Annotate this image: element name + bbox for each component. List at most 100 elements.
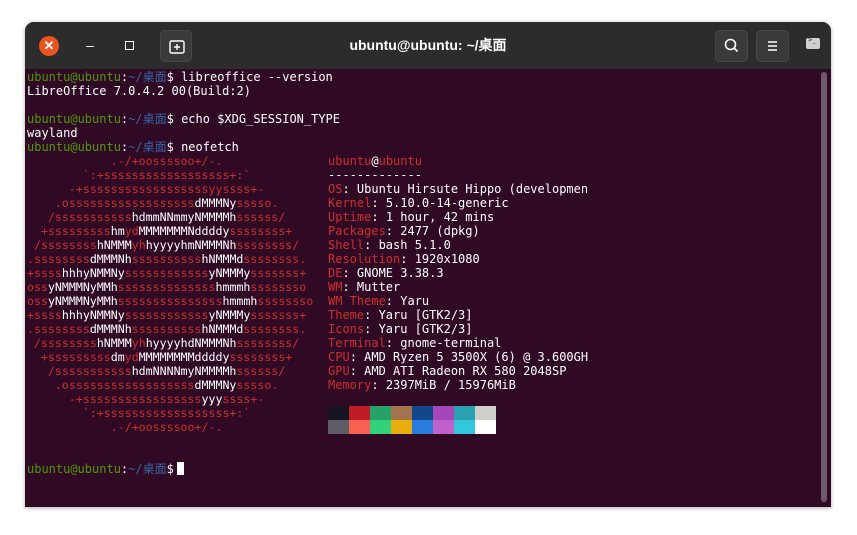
info-row: OS: Ubuntu Hirsute Hippo (developmen (328, 182, 588, 196)
info-row: Shell: bash 5.1.0 (328, 238, 451, 252)
info-row: Memory: 2397MiB / 15976MiB (328, 378, 516, 392)
logo-segment: sssssssssssssss (117, 294, 223, 308)
info-colon: : (364, 238, 379, 252)
terminal-output[interactable]: ubuntu@ubuntu:~/桌面$ libreoffice --versio… (25, 69, 831, 507)
info-colon: : (385, 336, 401, 350)
maximize-button[interactable] (118, 34, 140, 56)
info-row: Uptime: 1 hour, 42 mins (328, 210, 494, 224)
logo-segment: MMMMMMMNddddy (138, 224, 230, 238)
info-colon: : (364, 322, 379, 336)
info-value: Yaru (400, 294, 430, 308)
info-row: Icons: Yaru [GTK2/3] (328, 322, 473, 336)
neofetch-host: ubuntu (378, 154, 422, 168)
logo-segment: hNMMMd (201, 322, 244, 336)
info-colon: : (349, 364, 365, 378)
logo-segment: .-/+oossssoo+/-. (27, 420, 223, 434)
search-button[interactable] (715, 30, 748, 62)
scrollbar[interactable] (821, 72, 827, 502)
logo-segment: +ssss (27, 308, 62, 322)
logo-segment: hNMMM (96, 238, 132, 252)
logo-segment: dm (110, 350, 125, 364)
prompt-line: ubuntu@ubuntu:~/桌面$ libreoffice --versio… (27, 70, 333, 84)
info-key: Icons (328, 322, 365, 336)
logo-segment: +sssssssss (27, 350, 111, 364)
prompt-path: ~/桌面 (128, 112, 167, 126)
color-swatch (454, 406, 475, 420)
neofetch-separator: ------------- (328, 168, 422, 182)
info-row: Resolution: 1920x1080 (328, 252, 480, 266)
logo-segment: yNMMMy (208, 308, 251, 322)
info-colon: : (371, 196, 386, 210)
info-row: Terminal: gnome-terminal (328, 336, 501, 350)
logo-line: +ssssssssshmydMMMMMMMNddddyssssssss+ (27, 224, 292, 238)
info-value: Mutter (356, 280, 401, 294)
logo-line: /ssssssssssshdmNNNNmyNMMMMhssssss/ (27, 364, 285, 378)
color-swatch (433, 406, 454, 420)
terminal-app-button[interactable] (804, 36, 824, 54)
separator-text: ------------- (328, 168, 422, 182)
info-colon: : (349, 350, 365, 364)
color-swatch (475, 406, 496, 420)
logo-segment: dMMMNy (194, 378, 237, 392)
info-row: GPU: AMD ATI Radeon RX 580 2048SP (328, 364, 566, 378)
color-swatch (391, 420, 412, 434)
info-colon: : (400, 252, 415, 266)
logo-segment: ssssssss+ (229, 350, 293, 364)
logo-segment: +sssssssss (27, 224, 111, 238)
logo-segment: ssssssss+ (229, 224, 293, 238)
info-value: bash 5.1.0 (378, 238, 451, 252)
logo-line: .ssssssssdMMMNhsssssssssshNMMMdssssssss. (27, 322, 306, 336)
prompt-line: ubuntu@ubuntu:~/桌面$ neofetch (27, 140, 239, 154)
info-value: 5.10.0-14-generic (385, 196, 509, 210)
info-value: 2477 (dpkg) (400, 224, 480, 238)
command-text: neofetch (173, 140, 239, 154)
info-value: AMD Ryzen 5 3500X (6) @ 3.600GH (364, 350, 589, 364)
color-swatch (433, 420, 454, 434)
logo-segment: ssssssss. (243, 252, 307, 266)
color-swatch (370, 406, 391, 420)
info-row: CPU: AMD Ryzen 5 3500X (6) @ 3.600GH (328, 350, 588, 364)
logo-line: /sssssssshNMMMyhhyyyyhdNMMMNhssssssss/ (27, 336, 299, 350)
color-swatch (454, 420, 475, 434)
logo-segment: /ssssssss (27, 336, 97, 350)
logo-segment: hyyyyhdNMMMNh (145, 336, 237, 350)
logo-line: .-/+oossssoo+/-. (27, 420, 223, 434)
logo-segment: .-/+oossssoo+/-. (27, 154, 223, 168)
info-key: WM Theme (328, 294, 386, 308)
menu-button[interactable] (756, 30, 789, 62)
new-tab-button[interactable] (160, 30, 192, 62)
prompt-symbol: $ (166, 112, 174, 126)
logo-segment: yh (131, 238, 146, 252)
logo-segment: sssssss+ (250, 308, 307, 322)
logo-segment: hmmmh (222, 294, 258, 308)
info-key: Shell (328, 238, 365, 252)
color-swatch (349, 420, 370, 434)
logo-segment: yyy (201, 392, 223, 406)
prompt-symbol: $ (166, 140, 174, 154)
info-value: GNOME 3.38.3 (356, 266, 444, 280)
logo-line: .-/+oossssoo+/-. (27, 154, 223, 168)
close-button[interactable]: ✕ (39, 36, 59, 56)
info-value: AMD ATI Radeon RX 580 2048SP (364, 364, 567, 378)
logo-segment: dMMMNh (89, 252, 132, 266)
logo-segment: hmmmh (215, 280, 251, 294)
logo-line: `:+ssssssssssssssssss+:` (27, 406, 251, 420)
info-row: Theme: Yaru [GTK2/3] (328, 308, 473, 322)
logo-segment: .ssssssss (27, 252, 90, 266)
info-key: Uptime (328, 210, 372, 224)
logo-segment: yNMMMNyMMh (47, 280, 118, 294)
logo-segment: -+sssssssssssssssss (27, 392, 202, 406)
info-key: Resolution (328, 252, 401, 266)
info-row: DE: GNOME 3.38.3 (328, 266, 444, 280)
minimize-button[interactable]: – (79, 34, 101, 56)
logo-segment: sssso. (236, 196, 279, 210)
logo-line: ossyNMMMNyMMhssssssssssssssshmmmhsssssss… (27, 294, 313, 308)
info-key: OS (328, 182, 343, 196)
logo-line: .ossssssssssssssssssdMMMNysssso. (27, 378, 278, 392)
title-bar[interactable]: ✕ – ubuntu@ubuntu: ~/桌面 (25, 22, 831, 69)
color-swatch (475, 420, 496, 434)
logo-segment: oss (27, 280, 48, 294)
info-colon: : (371, 210, 386, 224)
logo-line: /ssssssssssshdmmNNmmyNMMMMhssssss/ (27, 210, 285, 224)
new-tab-icon (169, 40, 185, 54)
